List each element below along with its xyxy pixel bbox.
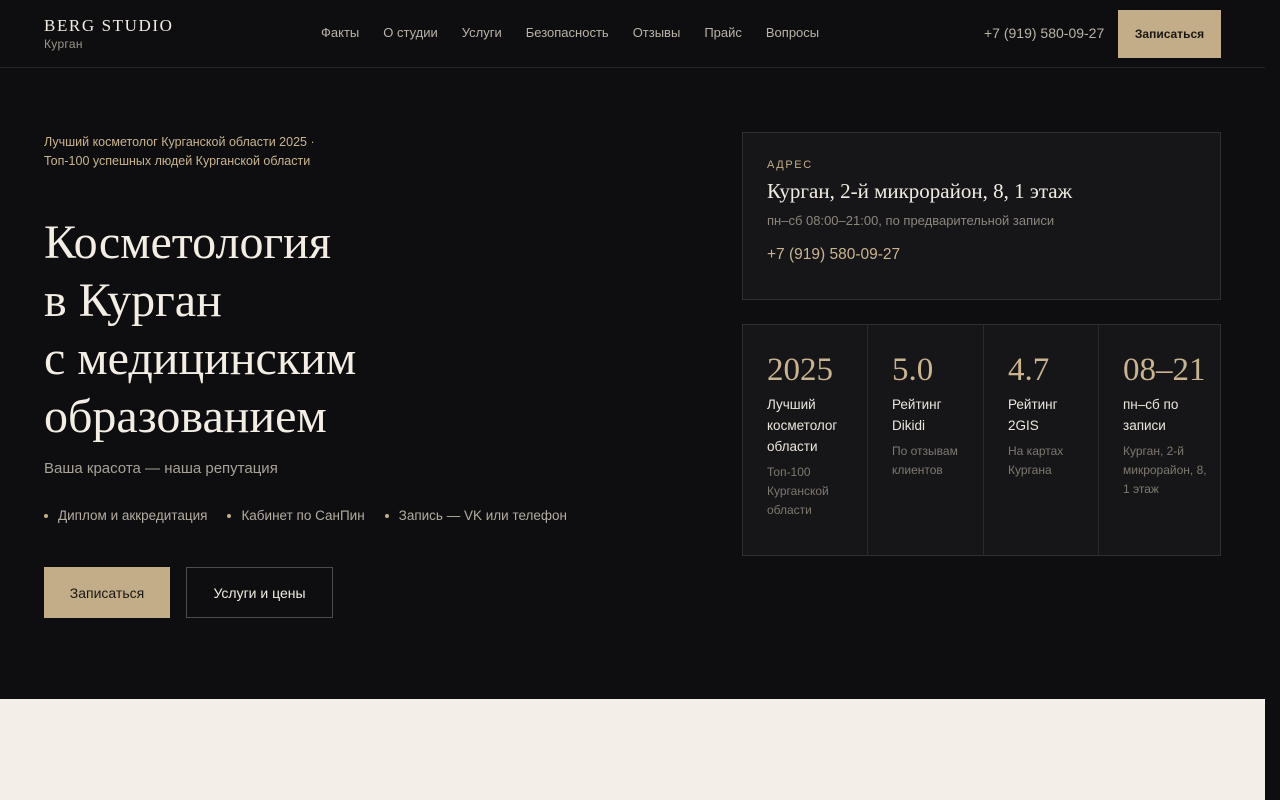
bullet-dot-icon (227, 513, 232, 518)
feature-item: Кабинет по СанПин (227, 508, 365, 523)
bullet-dot-icon (44, 513, 48, 518)
stat-dikidi: 5.0 Рейтинг Dikidi По отзывам клиентов (868, 325, 984, 555)
stat-award: 2025 Лучший косметолог области Топ-100 К… (743, 325, 868, 555)
stat-title: Рейтинг Dikidi (892, 397, 942, 433)
feature-label: Кабинет по СанПин (241, 508, 365, 523)
address-card: АДРЕС Курган, 2-й микрорайон, 8, 1 этаж … (742, 132, 1221, 300)
stat-title: Лучший косметолог области (767, 397, 838, 454)
main-nav: Факты О студии Услуги Безопасность Отзыв… (321, 25, 819, 40)
nav-item-reviews[interactable]: Отзывы (633, 25, 681, 40)
stat-value: 2025 (767, 352, 833, 388)
stat-title: Рейтинг 2GIS (1008, 397, 1058, 433)
book-button[interactable]: Записаться (44, 567, 170, 618)
stat-subtitle: На картах Кургана (1008, 444, 1064, 477)
hero-title: Косметология в Курган с медицинским обра… (44, 214, 356, 446)
scrollbar[interactable] (1265, 0, 1280, 800)
feature-item: Запись — VK или телефон (384, 508, 567, 523)
nav-item-prices[interactable]: Прайс (704, 25, 742, 40)
hero-title-line: Косметология (44, 216, 331, 269)
services-prices-button[interactable]: Услуги и цены (186, 567, 333, 618)
feature-list: Диплом и аккредитация Кабинет по СанПин … (44, 508, 567, 523)
brand-logo[interactable]: BERG STUDIO Курган (44, 16, 174, 51)
stat-value: 5.0 (892, 352, 934, 388)
stat-value: 08–21 (1123, 352, 1206, 388)
stat-value: 4.7 (1008, 352, 1050, 388)
address-hours: пн–сб 08:00–21:00, по предварительной за… (767, 213, 1055, 228)
feature-item: Диплом и аккредитация (44, 508, 207, 523)
nav-item-about[interactable]: О студии (383, 25, 438, 40)
stat-2gis: 4.7 Рейтинг 2GIS На картах Кургана (984, 325, 1099, 555)
brand-name: BERG STUDIO (44, 16, 174, 35)
hero-title-line: в Курган (44, 274, 222, 327)
stat-hours: 08–21 пн–сб по записи Курган, 2-й микрор… (1099, 325, 1220, 555)
bullet-dot-icon (384, 513, 389, 518)
hero-title-line: с медицинским (44, 332, 357, 385)
stat-title: пн–сб по записи (1123, 397, 1179, 433)
address-text: Курган, 2-й микрорайон, 8, 1 этаж (767, 179, 1073, 203)
header-phone-link[interactable]: +7 (919) 580-09-27 (984, 25, 1104, 41)
nav-item-faq[interactable]: Вопросы (766, 25, 819, 40)
nav-item-facts[interactable]: Факты (321, 25, 359, 40)
brand-city: Курган (44, 37, 83, 51)
address-label: АДРЕС (767, 159, 813, 171)
feature-label: Запись — VK или телефон (398, 508, 567, 523)
stats-panel: 2025 Лучший косметолог области Топ-100 К… (742, 324, 1221, 556)
hero-title-line: образованием (44, 390, 327, 443)
stat-subtitle: Курган, 2-й микрорайон, 8, 1 этаж (1123, 444, 1207, 496)
address-phone-link[interactable]: +7 (919) 580-09-27 (767, 246, 1196, 264)
feature-label: Диплом и аккредитация (58, 508, 208, 523)
site-header: BERG STUDIO Курган Факты О студии Услуги… (0, 0, 1265, 68)
stat-subtitle: Топ-100 Курганской области (767, 465, 829, 517)
stat-subtitle: По отзывам клиентов (892, 444, 958, 477)
header-book-button[interactable]: Записаться (1118, 10, 1221, 58)
nav-item-services[interactable]: Услуги (462, 25, 502, 40)
next-section (0, 699, 1265, 800)
hero-tagline: Ваша красота — наша репутация (44, 460, 278, 477)
hero-kicker: Лучший косметолог Курганской области 202… (44, 135, 315, 168)
nav-item-safety[interactable]: Безопасность (526, 25, 609, 40)
